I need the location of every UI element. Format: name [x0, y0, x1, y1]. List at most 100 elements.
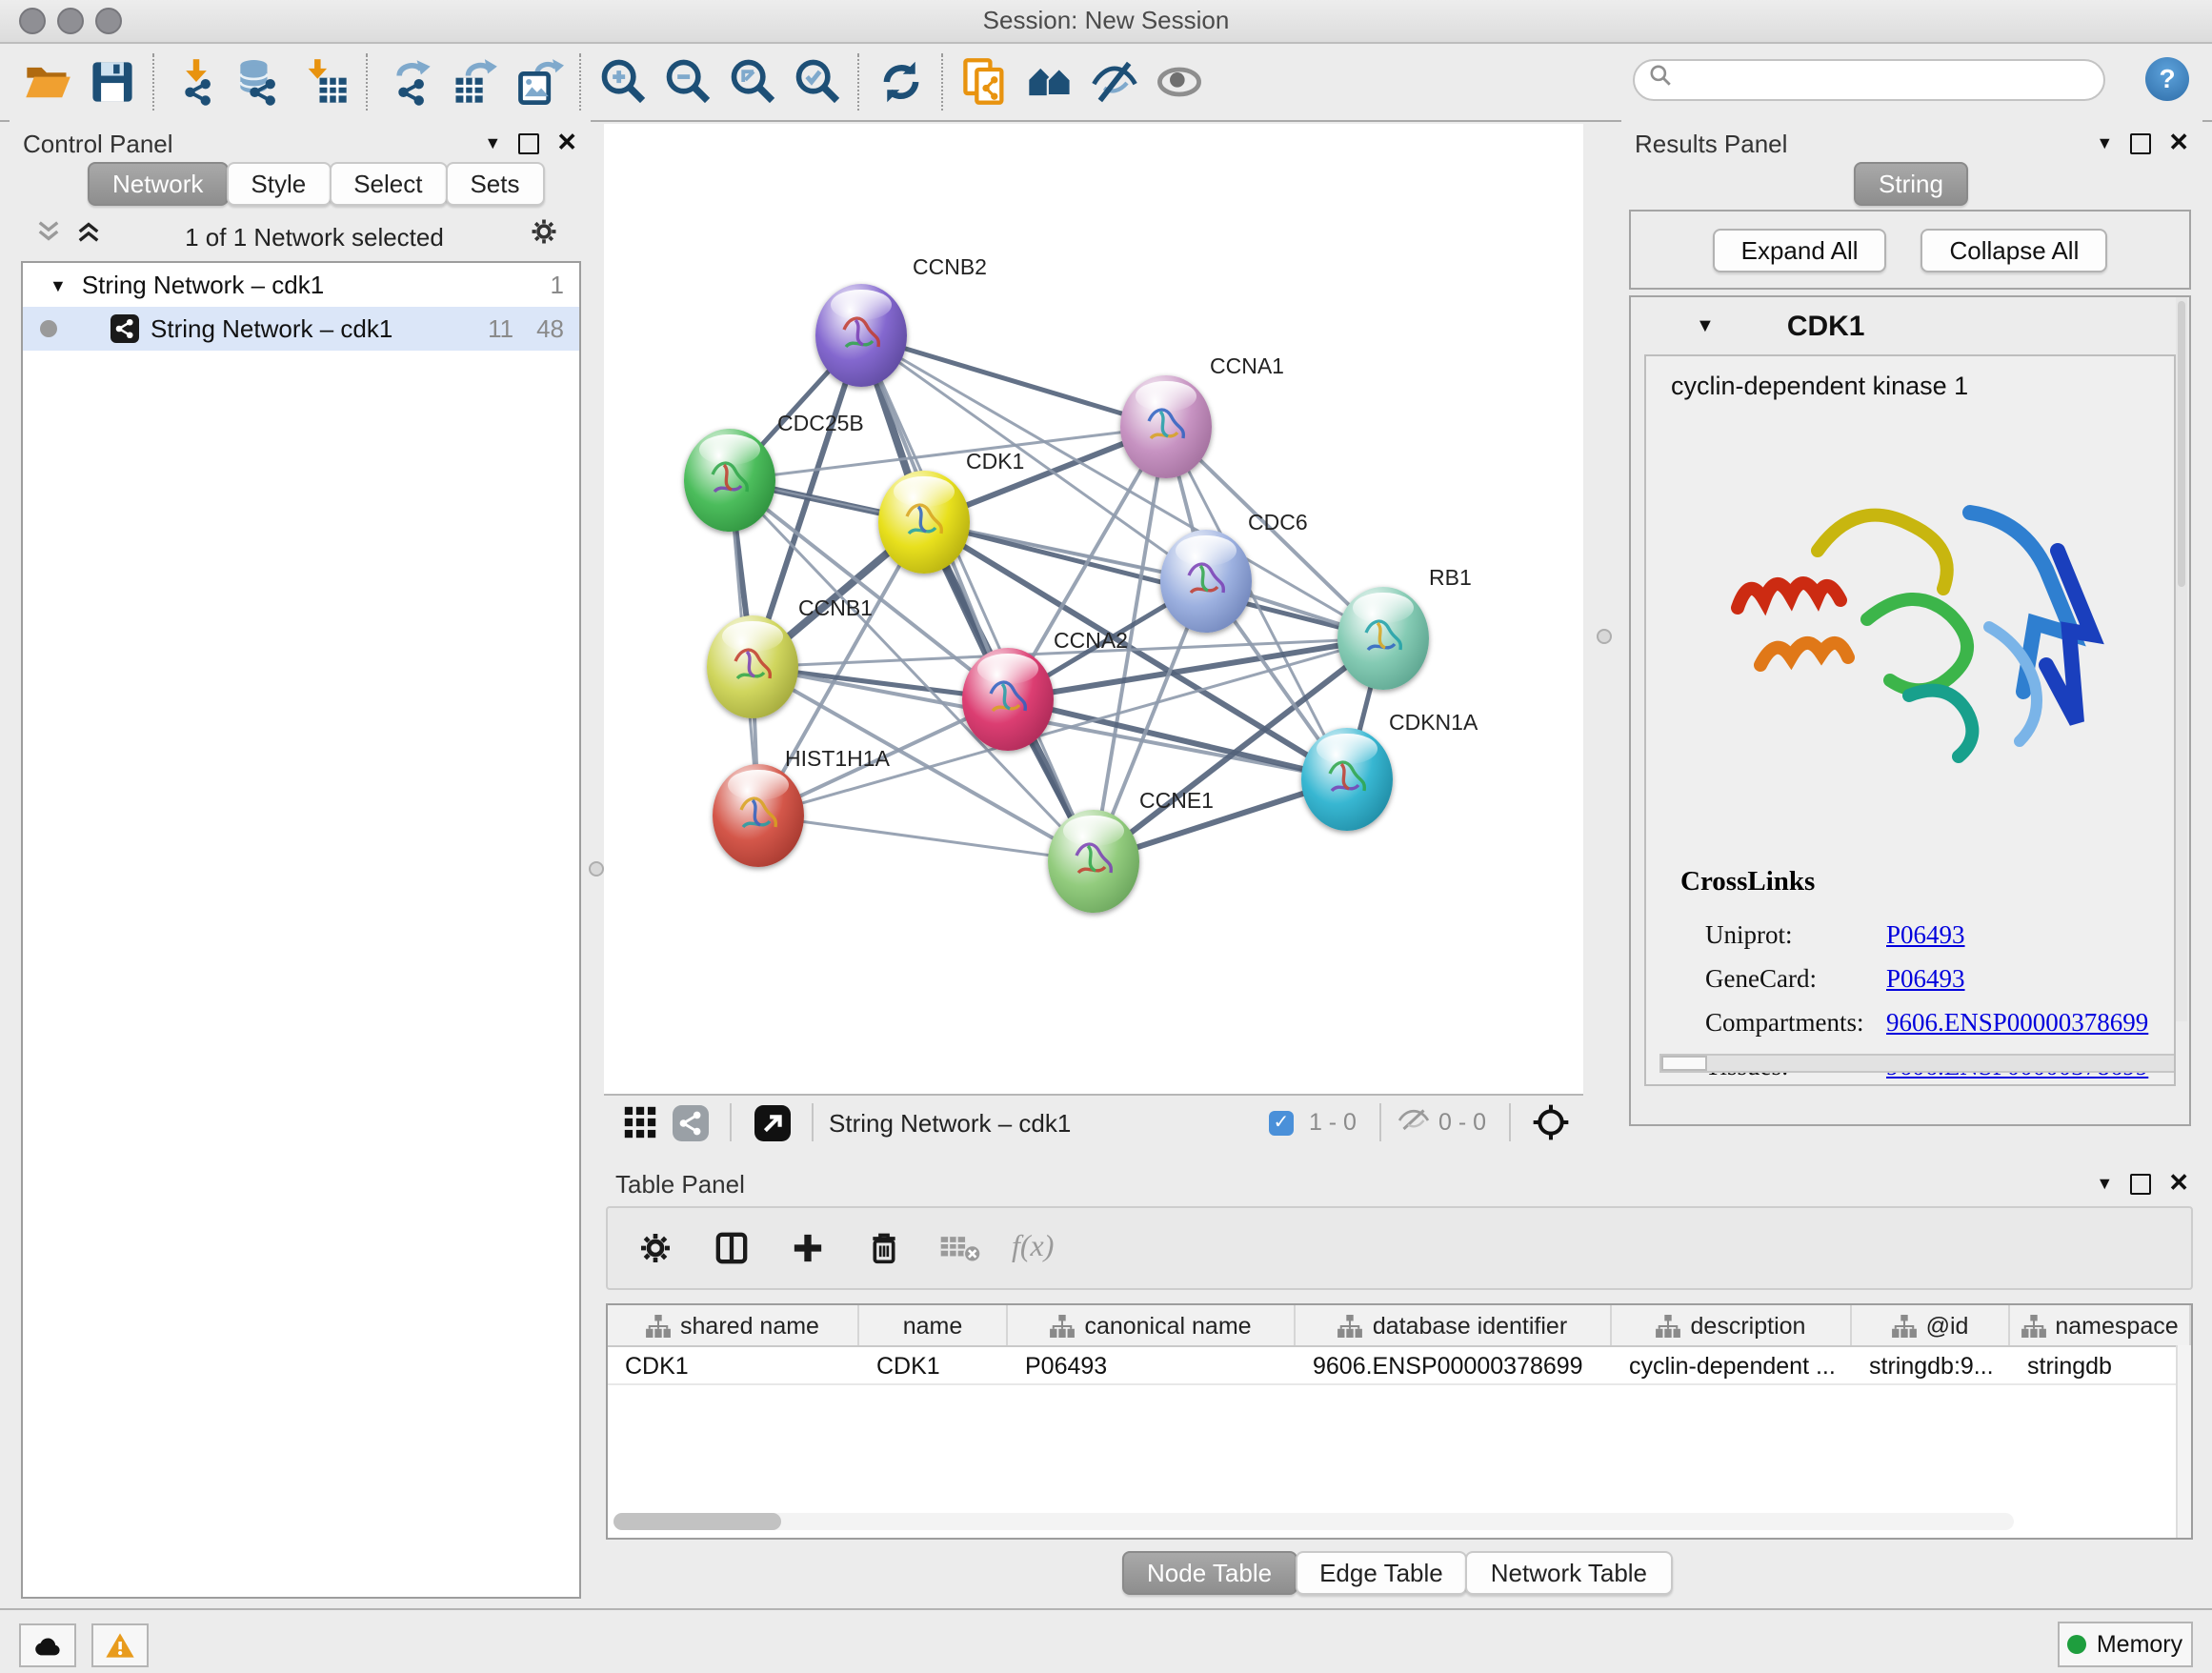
show-columns-icon[interactable]	[707, 1223, 756, 1273]
table-horizontal-scrollbar[interactable]	[613, 1513, 2014, 1530]
tab-node-table[interactable]: Node Table	[1122, 1551, 1297, 1595]
column-header-description[interactable]: description	[1612, 1305, 1852, 1345]
column-header-name[interactable]: name	[859, 1305, 1008, 1345]
collapse-all-networks-icon[interactable]	[36, 219, 61, 253]
collapse-all-button[interactable]: Collapse All	[1921, 228, 2108, 272]
create-column-plus-icon[interactable]	[783, 1223, 833, 1273]
table-cell[interactable]: stringdb	[2010, 1347, 2191, 1383]
network-node-ccnb1[interactable]	[707, 615, 798, 718]
import-database-icon[interactable]	[229, 51, 293, 112]
table-row[interactable]: CDK1CDK1P064939606.ENSP00000378699cyclin…	[608, 1347, 2191, 1385]
column-header-canonical-name[interactable]: canonical name	[1008, 1305, 1296, 1345]
memory-button[interactable]: Memory	[2058, 1622, 2193, 1667]
table-vertical-scrollbar[interactable]	[2176, 1345, 2191, 1538]
table-close-icon[interactable]: ✕	[2168, 1174, 2189, 1193]
left-splitter-handle[interactable]	[589, 861, 604, 877]
network-row[interactable]: String Network – cdk1 11 48	[23, 307, 579, 351]
network-node-ccna1[interactable]	[1120, 375, 1212, 478]
results-collapse-icon[interactable]: ▼	[2096, 133, 2113, 152]
open-in-window-icon[interactable]	[747, 1098, 796, 1147]
tab-edge-table[interactable]: Edge Table	[1295, 1551, 1468, 1595]
table-cell[interactable]: CDK1	[859, 1347, 1008, 1383]
refresh-layout-icon[interactable]	[869, 51, 934, 112]
table-cell[interactable]: P06493	[1008, 1347, 1296, 1383]
table-panel-title: Table Panel	[615, 1169, 745, 1198]
export-network-icon[interactable]	[377, 51, 442, 112]
panel-float-icon[interactable]	[518, 132, 539, 153]
crosslink-link[interactable]: P06493	[1886, 919, 1965, 950]
column-header-id[interactable]: @id	[1852, 1305, 2010, 1345]
panel-collapse-icon[interactable]: ▼	[484, 133, 501, 152]
copy-network-icon[interactable]	[953, 51, 1017, 112]
network-node-ccne1[interactable]	[1048, 810, 1139, 913]
column-header-shared-name[interactable]: shared name	[608, 1305, 859, 1345]
save-icon[interactable]	[80, 51, 145, 112]
tab-network[interactable]: Network	[88, 162, 228, 206]
network-share-icon[interactable]	[665, 1098, 714, 1147]
gene-horizontal-scrollbar[interactable]	[1659, 1054, 2176, 1073]
search-input[interactable]	[1673, 65, 2103, 95]
birdseye-grid-icon[interactable]	[615, 1098, 665, 1147]
zoom-selected-icon[interactable]	[785, 51, 850, 112]
network-node-cdkn1a[interactable]	[1301, 728, 1393, 831]
warnings-button[interactable]	[91, 1623, 149, 1667]
zoom-fit-icon[interactable]	[720, 51, 785, 112]
results-panel: Results Panel ▼ ✕ String Expand All Coll…	[1621, 120, 2202, 1139]
tab-network-table[interactable]: Network Table	[1466, 1551, 1672, 1595]
network-node-ccna2[interactable]	[962, 648, 1054, 751]
tab-sets[interactable]: Sets	[445, 162, 544, 206]
table-collapse-icon[interactable]: ▼	[2096, 1174, 2113, 1193]
import-network-icon[interactable]	[164, 51, 229, 112]
delete-column-trash-icon[interactable]	[859, 1223, 909, 1273]
first-neighbors-icon[interactable]	[1017, 51, 1082, 112]
column-header-database-identifier[interactable]: database identifier	[1296, 1305, 1612, 1345]
results-float-icon[interactable]	[2130, 132, 2151, 153]
show-all-icon[interactable]	[1147, 51, 1212, 112]
network-view-canvas[interactable]: CCNB2 CCNA1 CDC25B CDK1 CDC6 RB1	[604, 124, 1583, 1094]
hidden-eye-icon[interactable]	[1397, 1106, 1431, 1139]
collection-caret-icon[interactable]: ▼	[50, 275, 67, 294]
column-header-namespace[interactable]: namespace	[2010, 1305, 2191, 1345]
export-table-icon[interactable]	[442, 51, 507, 112]
crosslink-row: Uniprot:P06493	[1705, 913, 2176, 957]
cloud-button[interactable]	[19, 1623, 76, 1667]
tab-string[interactable]: String	[1854, 162, 1968, 206]
results-vertical-scrollbar[interactable]	[2176, 297, 2187, 1021]
table-cell[interactable]: 9606.ENSP00000378699	[1296, 1347, 1612, 1383]
table-settings-gear-icon[interactable]	[631, 1223, 680, 1273]
results-close-icon[interactable]: ✕	[2168, 133, 2189, 152]
export-image-icon[interactable]	[507, 51, 572, 112]
crosslink-link[interactable]: P06493	[1886, 963, 1965, 994]
network-options-gear-icon[interactable]	[528, 215, 560, 257]
table-float-icon[interactable]	[2130, 1173, 2151, 1194]
warning-icon	[105, 1631, 135, 1660]
fit-selected-crosshair-icon[interactable]	[1526, 1098, 1576, 1147]
table-cell[interactable]: stringdb:9...	[1852, 1347, 2010, 1383]
network-node-hist1h1a[interactable]	[713, 764, 804, 867]
tab-select[interactable]: Select	[329, 162, 447, 206]
selected-checkbox-icon[interactable]: ✓	[1269, 1110, 1294, 1135]
network-node-cdc6[interactable]	[1160, 530, 1252, 633]
tab-style[interactable]: Style	[226, 162, 331, 206]
expand-all-networks-icon[interactable]	[76, 219, 101, 253]
zoom-in-icon[interactable]	[591, 51, 655, 112]
zoom-out-icon[interactable]	[655, 51, 720, 112]
network-node-rb1[interactable]	[1337, 587, 1429, 690]
right-splitter-handle[interactable]	[1597, 629, 1612, 644]
network-node-cdc25b[interactable]	[684, 429, 775, 532]
gene-caret-icon[interactable]: ▼	[1696, 315, 1715, 336]
open-folder-icon[interactable]	[15, 51, 80, 112]
crosslink-link[interactable]: 9606.ENSP00000378699	[1886, 1007, 2148, 1038]
panel-close-icon[interactable]: ✕	[556, 133, 577, 152]
hide-selected-icon[interactable]	[1082, 51, 1147, 112]
crosslink-row: Compartments:9606.ENSP00000378699	[1705, 1000, 2176, 1044]
expand-all-button[interactable]: Expand All	[1713, 228, 1887, 272]
search-box[interactable]	[1633, 59, 2105, 101]
table-cell[interactable]: CDK1	[608, 1347, 859, 1383]
table-cell[interactable]: cyclin-dependent ...	[1612, 1347, 1852, 1383]
help-button[interactable]: ?	[2145, 57, 2189, 101]
import-table-icon[interactable]	[293, 51, 358, 112]
network-node-cdk1[interactable]	[878, 471, 970, 574]
network-collection-row[interactable]: ▼ String Network – cdk1 1	[23, 263, 579, 307]
network-node-ccnb2[interactable]	[815, 284, 907, 387]
